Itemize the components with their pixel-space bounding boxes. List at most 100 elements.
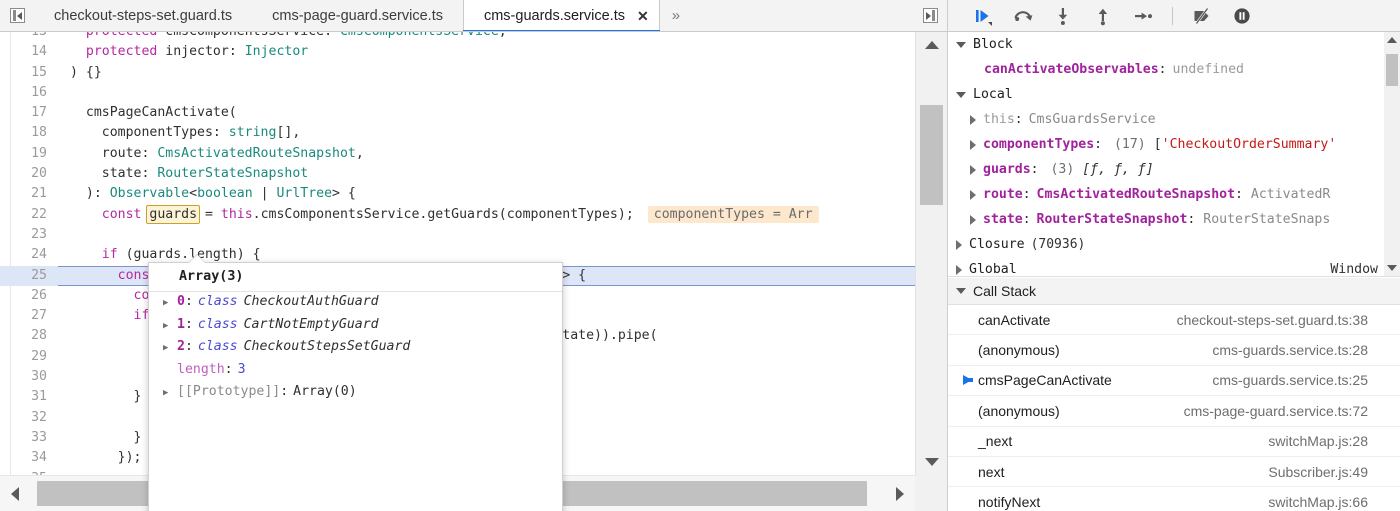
line-number[interactable]: 34 bbox=[0, 448, 58, 468]
code-line[interactable]: 23 bbox=[0, 225, 915, 245]
chevron-right-icon[interactable] bbox=[970, 189, 976, 200]
line-number[interactable]: 19 bbox=[0, 144, 58, 164]
scope-scroll-down-button[interactable] bbox=[1384, 260, 1400, 276]
call-stack-row[interactable]: cmsPageCanActivate cms-guards.service.ts:… bbox=[948, 365, 1400, 397]
editor-vertical-scrollbar[interactable] bbox=[915, 32, 947, 475]
line-number[interactable]: 15 bbox=[0, 63, 58, 83]
call-stack-row[interactable]: notifyNext switchMap.js:66 bbox=[948, 487, 1400, 511]
line-number[interactable]: 26 bbox=[0, 286, 58, 306]
call-stack-header[interactable]: Call Stack bbox=[948, 278, 1400, 305]
line-number[interactable]: 32 bbox=[0, 408, 58, 428]
code-line[interactable]: 18 componentTypes: string[], bbox=[0, 123, 915, 143]
line-number[interactable]: 23 bbox=[0, 225, 58, 245]
scroll-left-button[interactable] bbox=[0, 476, 30, 511]
step-over-next-function-call-button[interactable] bbox=[1004, 1, 1042, 31]
popover-property-row[interactable]: ▶ [[Prototype]]: Array(0) bbox=[149, 382, 562, 405]
line-number[interactable]: 25 bbox=[0, 266, 58, 286]
more-tabs-button[interactable]: » bbox=[659, 0, 693, 31]
code-line[interactable]: 21 ): Observable<boolean | UrlTree> { bbox=[0, 184, 915, 204]
scope-vertical-scrollbar[interactable] bbox=[1384, 32, 1400, 276]
object-value-popover[interactable]: Array(3) ▶ 0: class CheckoutAuthGuard ▶ 1: cla… bbox=[148, 262, 563, 511]
scope-group-local[interactable]: Local bbox=[948, 82, 1384, 107]
line-number[interactable]: 16 bbox=[0, 83, 58, 103]
line-number[interactable]: 30 bbox=[0, 367, 58, 387]
popover-property-row[interactable]: ▶length:3 bbox=[149, 360, 562, 383]
chevron-right-icon[interactable] bbox=[970, 114, 976, 125]
code-editor[interactable]: 13 protected cmsComponentsService: CmsCo… bbox=[0, 32, 947, 511]
popover-property-row[interactable]: ▶ 2: class CheckoutStepsSetGuard bbox=[149, 337, 562, 360]
code-line[interactable]: 13 protected cmsComponentsService: CmsCo… bbox=[0, 32, 915, 42]
scope-property[interactable]: guards: (3) [ƒ, ƒ, ƒ] bbox=[948, 157, 1384, 182]
call-stack-location[interactable]: switchMap.js:66 bbox=[1268, 494, 1400, 510]
call-stack-location[interactable]: checkout-steps-set.guard.ts:38 bbox=[1177, 312, 1400, 328]
scope-property[interactable]: state: RouterStateSnapshot: RouterStateSn… bbox=[948, 207, 1384, 232]
call-stack-row[interactable]: next Subscriber.js:49 bbox=[948, 456, 1400, 488]
expand-triangle-icon[interactable]: ▶ bbox=[163, 383, 177, 403]
scope-property[interactable]: canActivateObservables: undefined bbox=[948, 57, 1384, 82]
call-stack-row[interactable]: (anonymous) cms-guards.service.ts:28 bbox=[948, 335, 1400, 366]
code-line[interactable]: 19 route: CmsActivatedRouteSnapshot, bbox=[0, 144, 915, 164]
popover-property-row[interactable]: ▶ 1: class CartNotEmptyGuard bbox=[149, 315, 562, 338]
scope-property[interactable]: this: CmsGuardsService bbox=[948, 107, 1384, 132]
line-number[interactable]: 18 bbox=[0, 123, 58, 143]
scope-group-global[interactable]: Global Window bbox=[948, 257, 1384, 276]
selected-token[interactable]: guards bbox=[146, 204, 201, 224]
call-stack-location[interactable]: cms-guards.service.ts:25 bbox=[1212, 372, 1400, 388]
scope-group-closure[interactable]: Closure (70936) bbox=[948, 232, 1384, 257]
scope-scroll-up-button[interactable] bbox=[1384, 32, 1400, 48]
call-stack-location[interactable]: cms-guards.service.ts:28 bbox=[1212, 342, 1400, 358]
line-number[interactable]: 17 bbox=[0, 103, 58, 123]
scope-property[interactable]: componentTypes: (17) ['CheckoutOrderSumma… bbox=[948, 132, 1384, 157]
line-number[interactable]: 24 bbox=[0, 245, 58, 265]
scope-property[interactable]: route: CmsActivatedRouteSnapshot: Activat… bbox=[948, 182, 1384, 207]
line-number[interactable]: 22 bbox=[0, 205, 58, 225]
code-line[interactable]: 20 state: RouterStateSnapshot bbox=[0, 164, 915, 184]
vertical-scrollbar-thumb[interactable] bbox=[920, 105, 943, 205]
line-number[interactable]: 20 bbox=[0, 164, 58, 184]
line-number[interactable]: 31 bbox=[0, 387, 58, 407]
call-stack-location[interactable]: switchMap.js:28 bbox=[1268, 433, 1400, 449]
scope-scrollbar-thumb[interactable] bbox=[1386, 54, 1398, 86]
scroll-down-button[interactable] bbox=[916, 449, 947, 475]
line-number[interactable]: 14 bbox=[0, 42, 58, 62]
scroll-up-button[interactable] bbox=[916, 32, 947, 58]
scroll-tabs-left-button[interactable] bbox=[0, 0, 34, 31]
line-number[interactable]: 29 bbox=[0, 347, 58, 367]
expand-triangle-icon[interactable]: ▶ bbox=[163, 316, 177, 336]
step-out-of-current-function-button[interactable] bbox=[1084, 1, 1122, 31]
editor-tab-1[interactable]: cms-page-guard.service.ts bbox=[252, 0, 463, 31]
line-number[interactable]: 33 bbox=[0, 428, 58, 448]
code-line[interactable]: 14 protected injector: Injector bbox=[0, 42, 915, 62]
line-number[interactable]: 28 bbox=[0, 326, 58, 346]
chevron-right-icon[interactable] bbox=[970, 164, 976, 175]
editor-tab-0[interactable]: checkout-steps-set.guard.ts bbox=[34, 0, 253, 31]
expand-triangle-icon[interactable]: ▶ bbox=[163, 293, 177, 313]
line-number[interactable]: 13 bbox=[0, 32, 58, 42]
show-navigator-button[interactable] bbox=[913, 0, 947, 31]
code-line[interactable]: 16 bbox=[0, 83, 915, 103]
chevron-right-icon[interactable] bbox=[970, 139, 976, 150]
step-button[interactable] bbox=[1124, 1, 1162, 31]
call-stack-row[interactable]: (anonymous) cms-page-guard.service.ts:72 bbox=[948, 396, 1400, 427]
scope-group-block[interactable]: Block bbox=[948, 32, 1384, 57]
chevron-right-icon[interactable] bbox=[970, 214, 976, 225]
call-stack-location[interactable]: Subscriber.js:49 bbox=[1268, 464, 1400, 480]
scroll-right-button[interactable] bbox=[885, 476, 915, 511]
code-line[interactable]: 15) {} bbox=[0, 63, 915, 83]
popover-property-row[interactable]: ▶ 0: class CheckoutAuthGuard bbox=[149, 292, 562, 315]
call-stack-row[interactable]: canActivate checkout-steps-set.guard.ts:3… bbox=[948, 305, 1400, 336]
deactivate-breakpoints-button[interactable] bbox=[1183, 1, 1221, 31]
close-icon[interactable]: ✕ bbox=[637, 9, 649, 23]
step-into-next-function-call-button[interactable] bbox=[1044, 1, 1082, 31]
editor-tab-2[interactable]: cms-guards.service.ts ✕ bbox=[462, 0, 660, 31]
pause-on-exceptions-icon bbox=[1234, 7, 1250, 24]
pause-on-exceptions-button[interactable] bbox=[1223, 1, 1261, 31]
code-line[interactable]: 22 const guards = this.cmsComponentsServ… bbox=[0, 204, 915, 225]
call-stack-location[interactable]: cms-page-guard.service.ts:72 bbox=[1184, 403, 1400, 419]
line-number[interactable]: 21 bbox=[0, 184, 58, 204]
call-stack-row[interactable]: _next switchMap.js:28 bbox=[948, 426, 1400, 457]
code-line[interactable]: 17 cmsPageCanActivate( bbox=[0, 103, 915, 123]
resume-script-execution-button[interactable] bbox=[964, 1, 1002, 31]
line-number[interactable]: 27 bbox=[0, 306, 58, 326]
expand-triangle-icon[interactable]: ▶ bbox=[163, 338, 177, 358]
